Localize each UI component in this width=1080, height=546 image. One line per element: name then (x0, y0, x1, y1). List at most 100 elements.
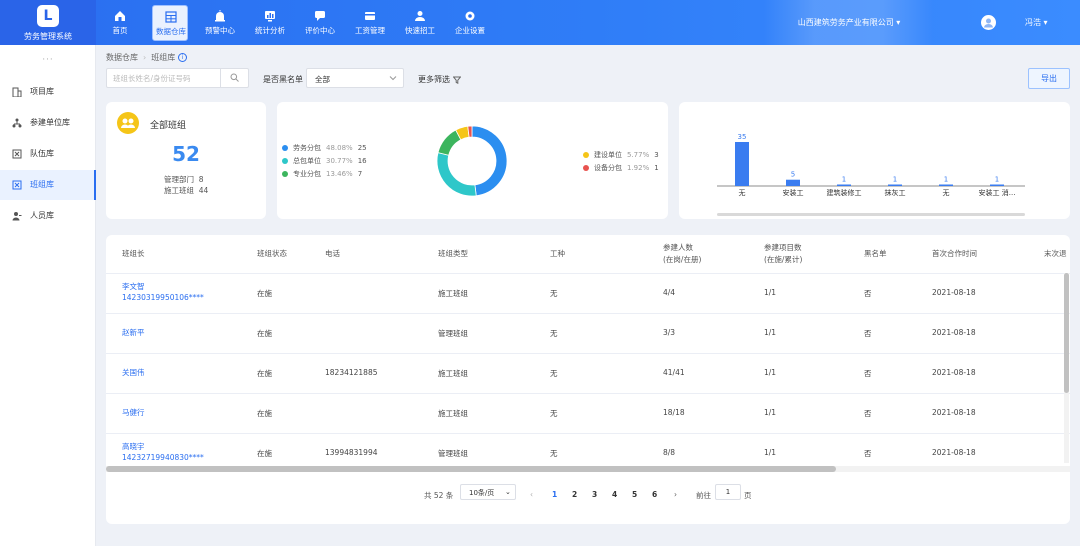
page-number[interactable]: 5 (632, 490, 637, 499)
legend-item[interactable]: 劳务分包 48.08% 25 (282, 143, 367, 153)
avatar[interactable] (981, 15, 996, 30)
status-cell: 在施 (257, 329, 272, 338)
collapse-handle[interactable]: ··· (0, 55, 96, 65)
column-header[interactable]: 参建项目数 (在施/累计) (764, 242, 802, 280)
nav-enterprise-settings[interactable]: 企业设置 (452, 5, 488, 41)
bar-value-label: 35 (738, 133, 747, 141)
prev-page-button[interactable]: ‹ (530, 490, 533, 499)
nav-label: 预警中心 (205, 26, 235, 35)
nav-quick-hire[interactable]: 快速招工 (402, 5, 438, 41)
search-input[interactable] (113, 72, 221, 85)
bar[interactable] (786, 179, 800, 186)
scrollbar-thumb[interactable] (1064, 273, 1069, 393)
sidebar-item-units[interactable]: 参建单位库 (0, 108, 96, 138)
date-cell: 2021-08-18 (932, 328, 976, 337)
type-cell: 施工班组 (438, 409, 468, 418)
page-number[interactable]: 2 (572, 490, 577, 499)
bar[interactable] (888, 184, 902, 187)
trade-cell: 无 (550, 449, 558, 458)
leader-name[interactable]: 赵新平 (122, 327, 145, 338)
horizontal-scrollbar[interactable] (106, 466, 1070, 472)
chat-icon (315, 11, 325, 21)
sidebar-item-groups[interactable]: 班组库 (0, 170, 96, 200)
donut-slice[interactable] (471, 125, 508, 197)
team-icon (12, 149, 22, 159)
leader-id[interactable]: 14232719940830**** (122, 453, 204, 462)
chevron-down-icon (389, 76, 397, 81)
legend-dot (282, 158, 288, 164)
nav-label: 数据仓库 (156, 27, 186, 36)
dept-value: 8 (198, 175, 204, 184)
more-filters-button[interactable]: 更多筛选 (418, 74, 462, 85)
chart-scrollbar[interactable] (717, 213, 1025, 216)
page-number[interactable]: 1 (552, 490, 557, 499)
leader-name[interactable]: 李文智 (122, 281, 145, 292)
bar[interactable] (939, 184, 953, 187)
column-header[interactable]: 班组类型 (438, 248, 468, 286)
nav-evaluation[interactable]: 评价中心 (302, 5, 338, 41)
group-table: 班组长 班组状态 电话 班组类型 工种 参建人数 (在岗/在册) 参建项目数 (在施… (106, 235, 1070, 524)
user-menu[interactable]: 冯浩 ▾ (1025, 17, 1048, 28)
leader-name[interactable]: 高晓宇 (122, 441, 145, 452)
page-number[interactable]: 3 (592, 490, 597, 499)
legend-item[interactable]: 建设单位 5.77% 3 (583, 150, 659, 160)
nav-salary[interactable]: 工资管理 (352, 5, 388, 41)
top-bar: L 劳务管理系统 首页 数据仓库 预警中心 统计分析 评价中心 工资管理 快速招… (0, 0, 1080, 45)
leader-id[interactable]: 14230319950106**** (122, 293, 204, 302)
column-header[interactable]: 电话 (325, 248, 340, 286)
blacklist-select[interactable]: 全部 (306, 68, 404, 88)
nav-home[interactable]: 首页 (102, 5, 138, 41)
sidebar-item-label: 班组库 (30, 180, 54, 189)
sidebar-item-projects[interactable]: 项目库 (0, 77, 96, 107)
nav-alert-center[interactable]: 预警中心 (202, 5, 238, 41)
total-count: 共 52 条 (424, 491, 454, 500)
next-page-button[interactable]: › (674, 490, 677, 499)
page-size-select[interactable]: 10条/页 ⌄ (460, 484, 516, 500)
caret-down-icon: ▾ (1043, 18, 1048, 27)
sidebar-item-teams[interactable]: 队伍库 (0, 139, 96, 169)
brand[interactable]: L 劳务管理系统 (0, 0, 96, 45)
status-cell: 在施 (257, 369, 272, 378)
worker-icon (415, 11, 425, 21)
column-header[interactable]: 工种 (550, 248, 565, 286)
legend-item[interactable]: 总包单位 30.77% 16 (282, 156, 367, 166)
blacklist-label: 是否黑名单 (263, 75, 303, 84)
column-header[interactable]: 首次合作时间 (932, 248, 977, 286)
legend-item[interactable]: 设备分包 1.92% 1 (583, 163, 659, 173)
donut-slice[interactable] (436, 152, 477, 197)
people-cell: 3/3 (663, 328, 676, 337)
divider (106, 433, 1070, 434)
column-header[interactable]: 班组状态 (257, 248, 287, 286)
search-button[interactable] (220, 69, 248, 87)
leader-name[interactable]: 马健行 (122, 407, 145, 418)
legend-name: 专业分包 (293, 170, 321, 178)
bar[interactable] (837, 184, 851, 187)
column-header[interactable]: 黑名单 (864, 248, 887, 286)
bar-value-label: 1 (995, 176, 999, 184)
summary-title: 全部班组 (150, 121, 187, 131)
chevron-down-icon: ⌄ (505, 488, 511, 496)
status-cell: 在施 (257, 289, 272, 298)
scrollbar-thumb[interactable] (106, 466, 836, 472)
vertical-scrollbar[interactable] (1064, 273, 1069, 463)
leader-name[interactable]: 关国伟 (122, 367, 145, 378)
sidebar-item-personnel[interactable]: 人员库 (0, 201, 96, 231)
company-selector[interactable]: 山西建筑劳务产业有限公司 ▾ (764, 0, 934, 45)
bar[interactable] (735, 142, 749, 186)
goto-page-input[interactable]: 1 (715, 484, 741, 500)
nav-statistics[interactable]: 统计分析 (252, 5, 288, 41)
legend-pct: 1.92% (627, 164, 650, 172)
legend-item[interactable]: 专业分包 13.46% 7 (282, 169, 362, 179)
column-header[interactable]: 参建人数 (在岗/在册) (663, 242, 701, 280)
legend-count: 25 (357, 144, 367, 152)
bar[interactable] (990, 184, 1004, 187)
page-number[interactable]: 6 (652, 490, 657, 499)
breadcrumb-root[interactable]: 数据仓库 (106, 53, 138, 62)
date-cell: 2021-08-18 (932, 288, 976, 297)
info-icon[interactable]: i (178, 53, 188, 62)
legend-pct: 48.08% (326, 144, 353, 152)
org-icon (12, 118, 22, 128)
page-number[interactable]: 4 (612, 490, 617, 499)
nav-data-warehouse[interactable]: 数据仓库 (152, 5, 188, 41)
export-button[interactable]: 导出 (1028, 68, 1070, 89)
